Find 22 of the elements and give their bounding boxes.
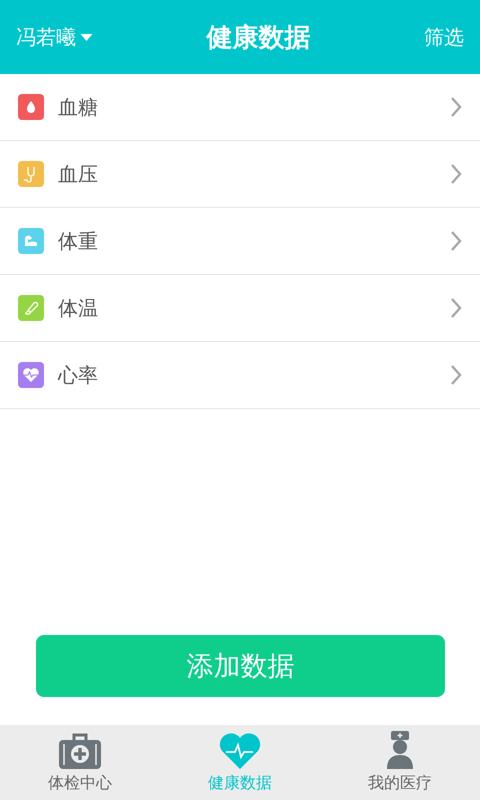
item-label: 体重	[58, 228, 99, 254]
list-item[interactable]: 体温	[0, 275, 480, 342]
list-item[interactable]: 血糖	[0, 74, 480, 141]
heart-pulse-icon	[219, 732, 261, 770]
chevron-icon	[450, 297, 462, 319]
item-label: 心率	[58, 362, 99, 388]
list-item[interactable]: 心率	[0, 342, 480, 409]
item-label: 体温	[58, 294, 99, 322]
item-label: 血压	[58, 160, 99, 188]
item-label: 血糖	[58, 94, 99, 120]
list-item[interactable]: 体重	[0, 208, 480, 275]
caret-icon	[80, 34, 93, 40]
chevron-icon	[450, 163, 462, 185]
tab[interactable]: 体检中心	[0, 725, 160, 800]
medkit-icon	[58, 732, 102, 770]
page-title: 健康数据	[206, 22, 310, 54]
chevron-icon	[450, 364, 462, 386]
nurse-icon	[384, 730, 416, 770]
list-item[interactable]: 血压	[0, 141, 480, 208]
chevron-icon	[450, 230, 462, 252]
chevron-icon	[450, 96, 462, 118]
tab[interactable]: 我的医疗	[320, 725, 480, 800]
